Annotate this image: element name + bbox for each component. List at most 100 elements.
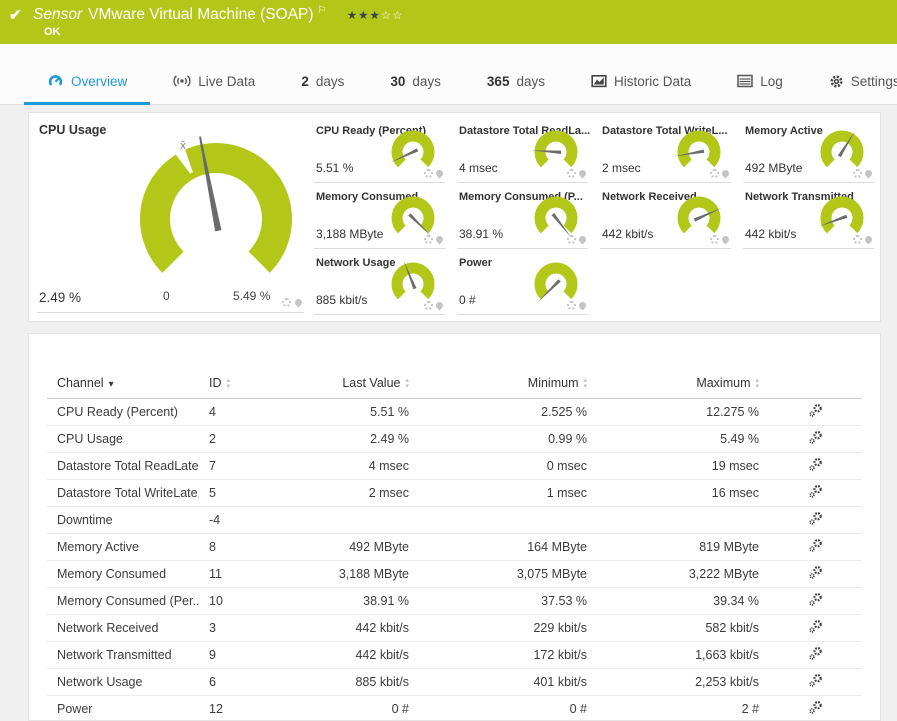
sort-toggle-icon: ▴ ▾ — [583, 377, 587, 390]
pin-icon[interactable] — [863, 234, 874, 245]
pin-icon[interactable] — [863, 168, 874, 179]
gauge-scale-min: 0 — [163, 289, 170, 303]
tab-label: days — [516, 73, 545, 89]
pin-icon[interactable] — [434, 234, 445, 245]
channel-minimum: 164 MByte — [419, 533, 597, 561]
pin-icon[interactable] — [434, 168, 445, 179]
channel-maximum: 19 msec — [597, 452, 769, 480]
gauge-value: 38.91 % — [459, 227, 504, 241]
gauge-cpu-usage-main[interactable]: CPU Usage x̄ 2.49 % 0 5.49 % — [29, 113, 314, 321]
gear-icon[interactable] — [710, 169, 719, 178]
channel-settings-icon[interactable] — [808, 484, 823, 502]
tab-live-data[interactable]: Live Data — [150, 58, 278, 104]
column-header-maximum[interactable]: Maximum ▴ ▾ — [597, 370, 769, 399]
channel-last-value: 0 # — [291, 695, 419, 721]
tab-365-days[interactable]: 365 days — [464, 58, 568, 104]
gauge-datastore-write[interactable]: Datastore Total WriteL... 2 msec — [600, 117, 731, 183]
gauge-value: 442 kbit/s — [745, 227, 797, 241]
channel-last-value: 442 kbit/s — [291, 641, 419, 669]
channel-settings-icon[interactable] — [808, 592, 823, 610]
channel-minimum: 2.525 % — [419, 398, 597, 426]
channel-maximum: 5.49 % — [597, 425, 769, 453]
pin-icon[interactable] — [577, 168, 588, 179]
gear-icon[interactable] — [282, 298, 291, 307]
column-header-actions — [769, 370, 862, 399]
gauge-memory-active[interactable]: Memory Active 492 MByte — [743, 117, 874, 183]
tab-2-days[interactable]: 2 days — [278, 58, 367, 104]
channel-settings-icon[interactable] — [808, 619, 823, 637]
column-header-last-value[interactable]: Last Value ▴ ▾ — [291, 370, 419, 399]
channel-maximum: 819 MByte — [597, 533, 769, 561]
channel-id: 8 — [199, 533, 291, 561]
gauge-datastore-read[interactable]: Datastore Total ReadLa... 4 msec — [457, 117, 590, 183]
star-icon[interactable]: ★ — [358, 10, 369, 22]
gauge-memory-consumed-percent[interactable]: Memory Consumed (P... 38.91 % — [457, 183, 588, 249]
channel-name: CPU Ready (Percent) — [47, 398, 199, 426]
channel-name: Memory Active — [47, 533, 199, 561]
gear-icon[interactable] — [853, 169, 862, 178]
sensor-header: ✔ Sensor VMware Virtual Machine (SOAP) ⚐ ★… — [0, 0, 897, 44]
column-label: Maximum — [696, 376, 751, 390]
gear-icon[interactable] — [424, 301, 433, 310]
channel-id: 9 — [199, 641, 291, 669]
channel-last-value: 3,188 MByte — [291, 560, 419, 588]
table-row: Network Usage 6 885 kbit/s 401 kbit/s 2,… — [47, 668, 862, 696]
channel-maximum: 2 # — [597, 695, 769, 721]
tab-30-days[interactable]: 30 days — [367, 58, 464, 104]
tab-overview[interactable]: Overview — [24, 58, 151, 105]
channel-minimum: 37.53 % — [419, 587, 597, 615]
gear-icon[interactable] — [710, 235, 719, 244]
gauge-value: 442 kbit/s — [602, 227, 654, 241]
channel-settings-icon[interactable] — [808, 673, 823, 691]
gauge-network-transmitted[interactable]: Network Transmitted 442 kbit/s — [743, 183, 874, 249]
column-header-channel[interactable]: Channel ▾ — [47, 370, 199, 399]
channel-settings-icon[interactable] — [808, 700, 823, 718]
channel-settings-icon[interactable] — [808, 457, 823, 475]
channel-last-value: 38.91 % — [291, 587, 419, 615]
flag-icon[interactable]: ⚐ — [318, 5, 327, 16]
star-icon[interactable]: ☆ — [392, 10, 403, 22]
gear-icon[interactable] — [567, 301, 576, 310]
channel-last-value: 492 MByte — [291, 533, 419, 561]
pin-icon[interactable] — [577, 234, 588, 245]
tab-label: Live Data — [198, 73, 256, 89]
star-icon[interactable]: ★ — [369, 10, 380, 22]
gear-icon[interactable] — [424, 235, 433, 244]
channel-settings-icon[interactable] — [808, 538, 823, 556]
channel-id: -4 — [199, 506, 291, 534]
priority-stars[interactable]: ★★★☆☆ — [347, 10, 404, 22]
pin-icon[interactable] — [720, 168, 731, 179]
channel-settings-icon[interactable] — [808, 565, 823, 583]
pin-icon[interactable] — [720, 234, 731, 245]
tab-settings[interactable]: Settings — [806, 58, 897, 104]
channel-settings-icon[interactable] — [808, 511, 823, 529]
channel-id: 12 — [199, 695, 291, 721]
sensor-title: VMware Virtual Machine (SOAP) — [88, 6, 314, 24]
pin-icon[interactable] — [577, 300, 588, 311]
gauge-value: 3,188 MByte — [316, 227, 384, 241]
channel-settings-icon[interactable] — [808, 646, 823, 664]
tab-log[interactable]: Log — [714, 58, 806, 104]
column-header-id[interactable]: ID ▴ ▾ — [199, 370, 291, 399]
pin-icon[interactable] — [293, 297, 304, 308]
gear-icon[interactable] — [567, 235, 576, 244]
gear-icon[interactable] — [567, 169, 576, 178]
gauge-network-received[interactable]: Network Received 442 kbit/s — [600, 183, 731, 249]
gauge-memory-consumed[interactable]: Memory Consumed 3,188 MByte — [314, 183, 445, 249]
gear-icon[interactable] — [853, 235, 862, 244]
star-icon[interactable]: ★ — [347, 10, 358, 22]
channel-settings-icon[interactable] — [808, 430, 823, 448]
column-header-minimum[interactable]: Minimum ▴ ▾ — [419, 370, 597, 399]
gear-icon — [830, 75, 843, 87]
channel-name: Memory Consumed — [47, 560, 199, 588]
gauge-cpu-ready[interactable]: CPU Ready (Percent) 5.51 % — [314, 117, 445, 183]
tab-historic-data[interactable]: Historic Data — [568, 58, 714, 104]
gauge-power[interactable]: Power 0 # — [457, 249, 588, 315]
channel-settings-icon[interactable] — [808, 403, 823, 421]
pin-icon[interactable] — [434, 300, 445, 311]
gear-icon[interactable] — [424, 169, 433, 178]
gauge-title: CPU Usage — [39, 123, 107, 137]
channel-maximum: 2,253 kbit/s — [597, 668, 769, 696]
star-icon[interactable]: ☆ — [381, 10, 392, 22]
gauge-network-usage[interactable]: Network Usage 885 kbit/s — [314, 249, 445, 315]
